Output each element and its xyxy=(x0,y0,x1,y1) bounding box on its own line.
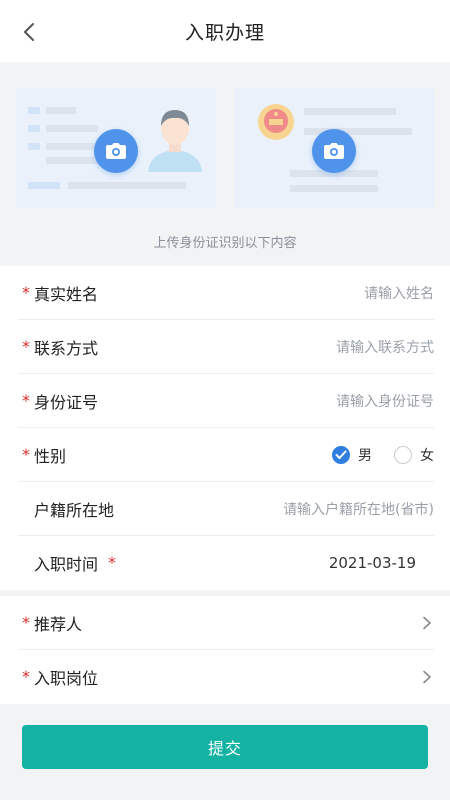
page-title: 入职办理 xyxy=(184,21,265,44)
required-mark: * xyxy=(22,444,30,464)
entry-time-label: 入职时间 xyxy=(34,555,99,574)
id-upload-area: 上传身份证识别以下内容 xyxy=(0,62,450,266)
household-input[interactable]: 请输入户籍所在地(省市) xyxy=(283,499,434,519)
gender-radio-group: 男 女 xyxy=(310,445,434,465)
id-card-back-upload[interactable] xyxy=(234,88,434,208)
entry-time-value[interactable]: 2021-03-19 xyxy=(329,554,416,572)
camera-button-back[interactable] xyxy=(312,129,356,173)
name-row[interactable]: * 真实姓名 请输入姓名 xyxy=(18,266,434,320)
contact-label: 联系方式 xyxy=(34,338,99,358)
nav-bar: 入职办理 xyxy=(0,0,450,62)
gender-label: 性别 xyxy=(34,446,67,466)
entry-time-row[interactable]: 入职时间 * 2021-03-19 xyxy=(18,536,434,590)
required-mark: * xyxy=(22,282,30,302)
chevron-right-icon xyxy=(423,670,431,684)
referrer-row[interactable]: * 推荐人 xyxy=(18,596,434,650)
name-input[interactable]: 请输入姓名 xyxy=(364,283,434,303)
position-row[interactable]: * 入职岗位 xyxy=(18,650,434,704)
household-row[interactable]: 户籍所在地 请输入户籍所在地(省市) xyxy=(18,482,434,536)
camera-icon xyxy=(106,143,126,159)
upload-hint: 上传身份证识别以下内容 xyxy=(153,236,297,251)
required-mark: * xyxy=(22,667,30,686)
id-number-label: 身份证号 xyxy=(34,392,99,412)
gender-female-radio[interactable]: 女 xyxy=(394,445,434,465)
gender-male-label: 男 xyxy=(358,447,372,464)
gender-row: * 性别 男 女 xyxy=(18,428,434,482)
gender-female-label: 女 xyxy=(420,447,434,464)
required-mark: * xyxy=(22,336,30,356)
gender-male-radio[interactable]: 男 xyxy=(332,445,372,465)
contact-row[interactable]: * 联系方式 请输入联系方式 xyxy=(18,320,434,374)
household-label: 户籍所在地 xyxy=(34,500,115,520)
required-mark: * xyxy=(22,612,30,632)
id-number-input[interactable]: 请输入身份证号 xyxy=(336,391,434,411)
chevron-right-icon xyxy=(423,616,431,629)
back-arrow-icon xyxy=(24,23,34,41)
basic-info-form: * 真实姓名 请输入姓名 * 联系方式 请输入联系方式 * 身份证号 请输入身份… xyxy=(0,266,450,590)
id-card-front-upload[interactable] xyxy=(16,88,216,208)
required-mark: * xyxy=(22,390,30,410)
person-avatar-icon xyxy=(148,110,202,172)
camera-button-front[interactable] xyxy=(94,129,138,173)
id-number-row[interactable]: * 身份证号 请输入身份证号 xyxy=(18,374,434,428)
contact-input[interactable]: 请输入联系方式 xyxy=(336,337,434,357)
check-icon xyxy=(332,445,350,464)
submit-button[interactable]: 提交 xyxy=(22,725,428,769)
required-mark: * xyxy=(108,553,117,572)
referrer-label: 推荐人 xyxy=(34,614,83,634)
name-label: 真实姓名 xyxy=(34,284,99,304)
radio-unchecked-icon xyxy=(394,445,412,464)
national-emblem-icon xyxy=(258,104,294,140)
job-info-form: * 推荐人 * 入职岗位 xyxy=(0,596,450,704)
back-button[interactable] xyxy=(18,20,42,44)
camera-icon xyxy=(324,143,344,159)
position-label: 入职岗位 xyxy=(34,669,99,688)
